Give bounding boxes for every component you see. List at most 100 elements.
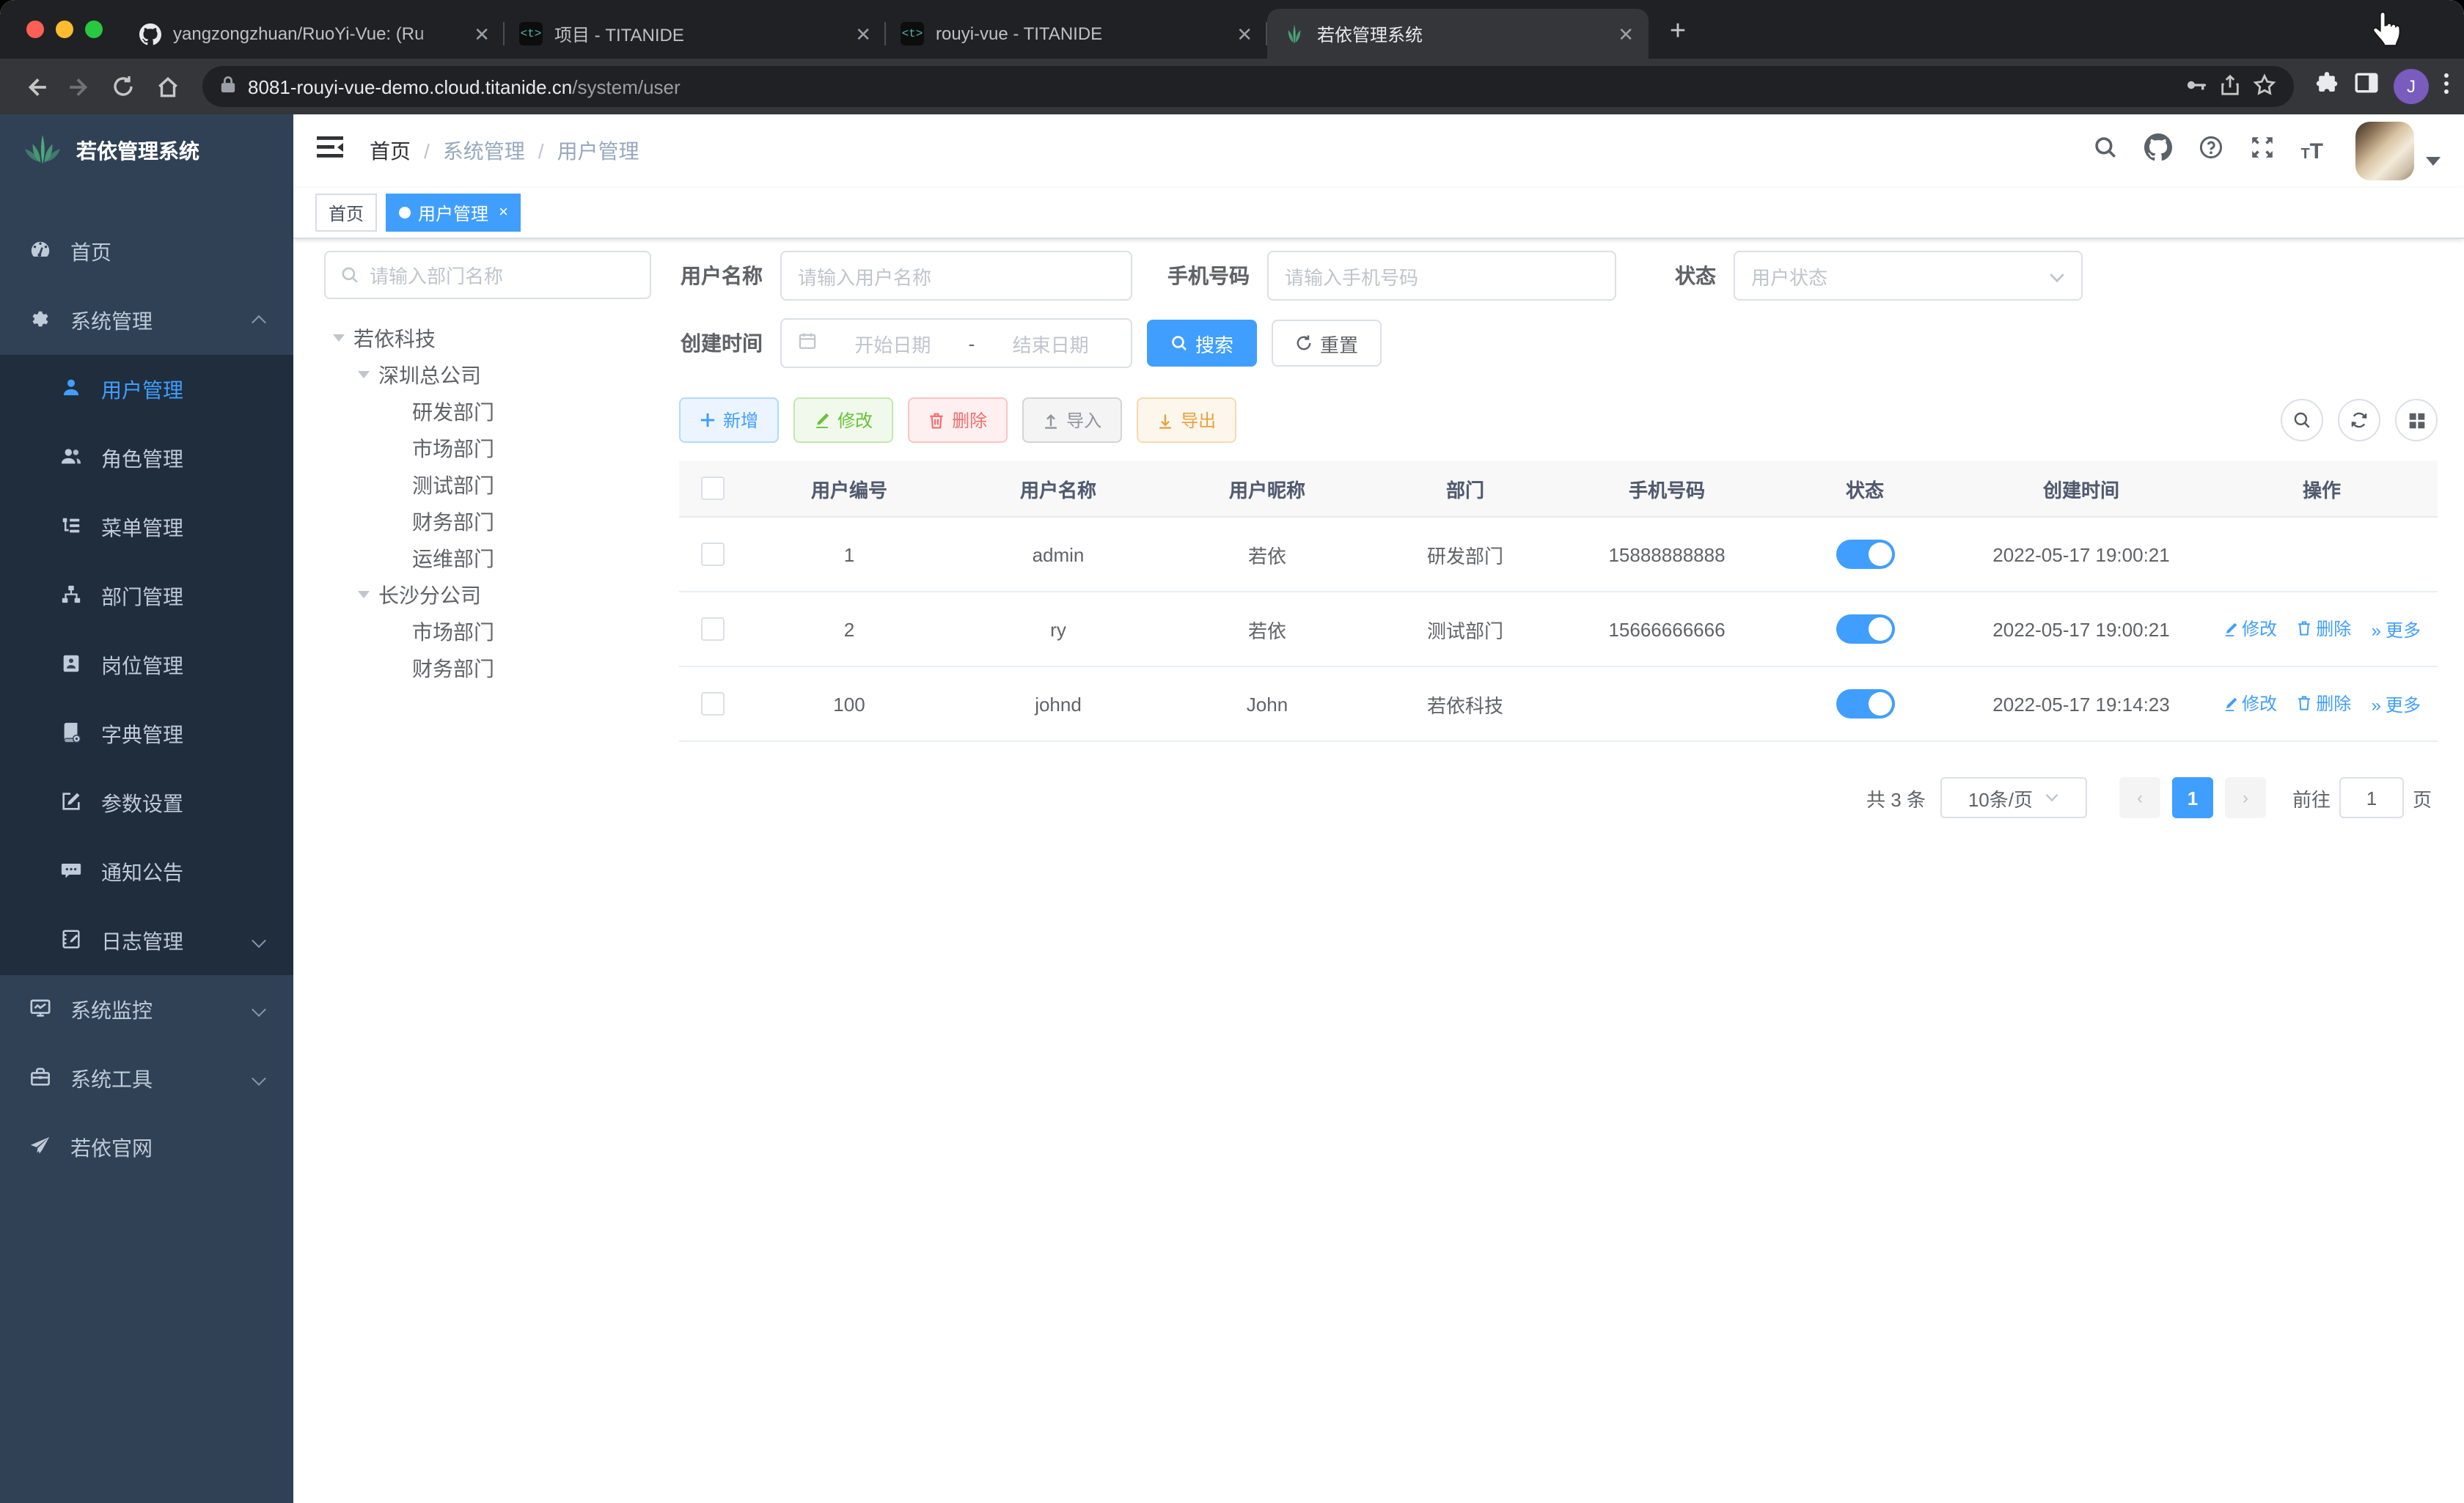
github-icon[interactable] [2144,133,2172,169]
tree-node[interactable]: 市场部门 [324,430,651,466]
page-number-1[interactable]: 1 [2171,777,2213,818]
dept-search-input[interactable]: 请输入部门名称 [324,251,651,299]
add-button[interactable]: 新增 [679,397,780,443]
chrome-menu-icon[interactable] [2443,71,2449,102]
font-size-icon[interactable]: TT [2300,139,2323,163]
status-toggle[interactable] [1836,540,1894,569]
row-checkbox[interactable] [701,692,725,716]
tree-node[interactable]: 若依科技 [324,320,651,356]
tree-node[interactable]: 深圳总公司 [324,356,651,393]
tree-node[interactable]: 财务部门 [324,503,651,540]
sidebar-item-role-management[interactable]: 角色管理 [0,424,293,493]
browser-profile-avatar[interactable]: J [2394,69,2429,104]
show-search-toggle-button[interactable] [2281,399,2323,441]
row-delete-link[interactable]: 删除 [2297,616,2351,641]
sidebar-item-config-settings[interactable]: 参数设置 [0,768,293,837]
breadcrumb-home[interactable]: 首页 [370,136,411,166]
close-window-button[interactable] [26,21,44,38]
import-button[interactable]: 导入 [1022,397,1123,443]
side-panel-icon[interactable] [2354,70,2379,103]
status-toggle[interactable] [1836,689,1894,719]
share-icon[interactable] [2219,73,2241,100]
tree-caret-icon[interactable] [333,334,345,342]
sidebar-item-dept-management[interactable]: 部门管理 [0,562,293,631]
app-logo[interactable]: 若依管理系统 [0,114,293,188]
sidebar-item-notice[interactable]: 通知公告 [0,837,293,906]
row-checkbox[interactable] [701,543,725,567]
extensions-puzzle-icon[interactable] [2314,70,2339,103]
tree-node[interactable]: 研发部门 [324,393,651,430]
sidebar-item-tools[interactable]: 系统工具 [0,1044,293,1113]
delete-button[interactable]: 删除 [908,397,1008,443]
org-tree-icon [60,583,82,609]
sidebar-item-user-management[interactable]: 用户管理 [0,355,293,424]
tree-node[interactable]: 市场部门 [324,613,651,650]
goto-page-input[interactable]: 1 [2339,777,2404,818]
tab-titanide-workspace[interactable]: <t> rouyi-vue - TITANIDE ✕ [886,9,1267,59]
tab-close-icon[interactable]: ✕ [471,21,493,46]
password-key-icon[interactable] [2184,73,2207,100]
tab-github[interactable]: yangzongzhuan/RuoYi-Vue: (Ru ✕ [123,9,505,59]
sidebar-item-official-site[interactable]: 若依官网 [0,1113,293,1182]
tab-close-icon[interactable]: ✕ [1615,21,1637,46]
fullscreen-icon[interactable] [2249,135,2274,167]
next-page-button[interactable]: › [2224,777,2266,818]
table-row[interactable]: 100 johnd John 若依科技 2022-05-17 19:14:23 [679,666,2438,742]
table-row[interactable]: 1 admin 若依 研发部门 15888888888 2022-05-17 1… [679,517,2438,592]
sidebar-collapse-icon[interactable] [317,136,343,166]
forward-icon[interactable] [59,66,100,107]
new-tab-button[interactable]: + [1657,12,1698,53]
phone-input[interactable]: 请输入手机号码 [1267,251,1616,301]
sidebar-item-log-management[interactable]: 日志管理 [0,906,293,975]
column-settings-button[interactable] [2395,399,2438,441]
sidebar-item-post-management[interactable]: 岗位管理 [0,631,293,699]
table-row[interactable]: 2 ry 若依 测试部门 15666666666 2022-05-17 19:0… [679,592,2438,667]
page-size-select[interactable]: 10条/页 [1940,777,2087,818]
address-bar[interactable]: 8081-rouyi-vue-demo.cloud.titanide.cn/sy… [202,66,2294,107]
status-toggle[interactable] [1836,614,1894,644]
prev-page-button[interactable]: ‹ [2119,777,2160,818]
tree-caret-icon[interactable] [358,371,370,378]
refresh-table-button[interactable] [2338,399,2380,441]
tab-close-icon[interactable]: ✕ [1233,21,1255,46]
tab-close-icon[interactable]: ✕ [852,21,874,46]
tree-node[interactable]: 运维部门 [324,540,651,576]
row-edit-link[interactable]: 修改 [2223,617,2277,642]
sidebar-item-monitor[interactable]: 系统监控 [0,975,293,1044]
select-all-checkbox[interactable] [701,477,725,501]
status-select[interactable]: 用户状态 [1734,251,2083,301]
sidebar-item-system[interactable]: 系统管理 [0,286,293,355]
tree-node[interactable]: 长沙分公司 [324,576,651,613]
tag-home[interactable]: 首页 [315,194,378,232]
tree-node[interactable]: 测试部门 [324,466,651,503]
edit-button[interactable]: 修改 [793,397,894,443]
row-delete-link[interactable]: 删除 [2297,691,2351,716]
row-edit-link[interactable]: 修改 [2223,691,2277,716]
row-checkbox[interactable] [701,617,725,642]
tree-node[interactable]: 财务部门 [324,650,651,686]
bookmark-star-icon[interactable] [2253,73,2276,100]
tab-ruoyi-active[interactable]: 若依管理系统 ✕ [1267,9,1649,59]
zoom-window-button[interactable] [85,21,103,38]
back-icon[interactable] [15,66,56,107]
header-search-icon[interactable] [2092,135,2117,167]
tree-caret-icon[interactable] [358,591,370,598]
username-input[interactable]: 请输入用户名称 [780,251,1132,301]
search-button[interactable]: 搜索 [1147,320,1258,367]
tag-user-management[interactable]: 用户管理 × [386,194,521,232]
help-question-icon[interactable] [2198,135,2223,167]
tag-close-icon[interactable]: × [499,204,508,221]
minimize-window-button[interactable] [56,21,73,38]
user-avatar-menu[interactable] [2355,122,2441,180]
tab-titanide-project[interactable]: <t> 项目 - TITANIDE ✕ [505,9,886,59]
sidebar-item-dict-management[interactable]: 字典管理 [0,699,293,768]
export-button[interactable]: 导出 [1137,397,1237,443]
date-range-picker[interactable]: 开始日期 - 结束日期 [780,318,1132,368]
reload-icon[interactable] [103,66,144,107]
row-more-link[interactable]: » 更多 [2372,618,2421,643]
reset-button[interactable]: 重置 [1272,320,1382,367]
home-icon[interactable] [147,66,188,107]
sidebar-item-home[interactable]: 首页 [0,217,293,286]
row-more-link[interactable]: » 更多 [2372,693,2421,718]
sidebar-item-menu-management[interactable]: 菜单管理 [0,493,293,562]
